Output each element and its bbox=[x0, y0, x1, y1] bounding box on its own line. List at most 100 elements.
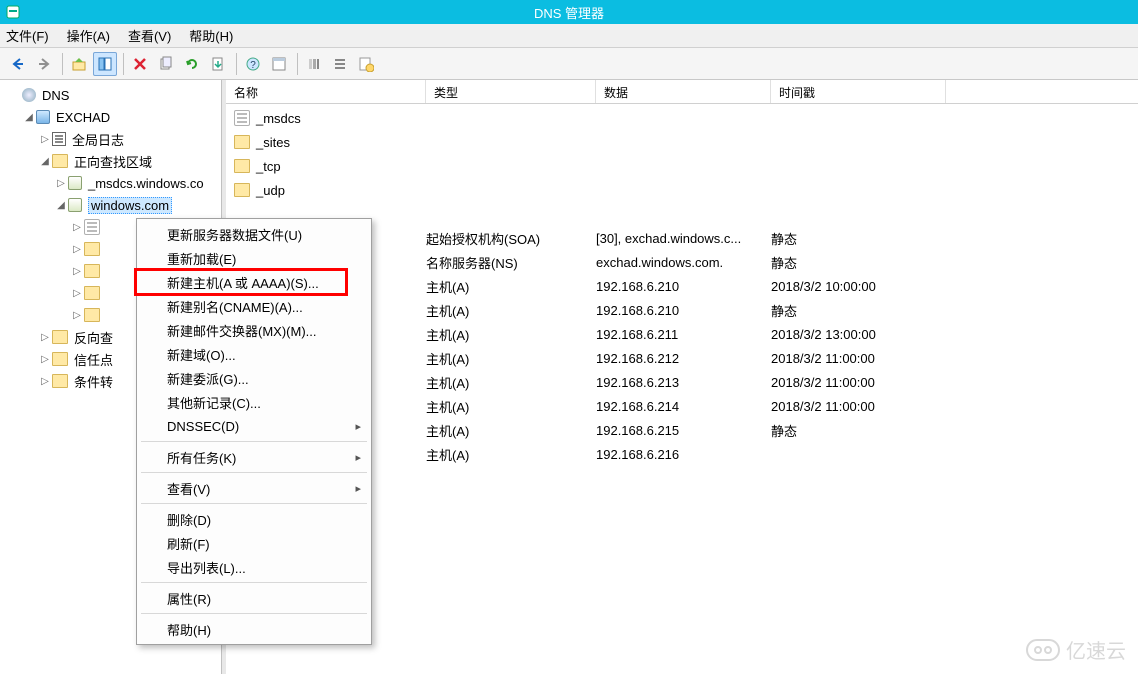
delete-button[interactable] bbox=[128, 52, 152, 76]
tree-label: windows.com bbox=[88, 197, 172, 214]
expand-icon[interactable]: ▷ bbox=[38, 376, 52, 387]
cm-view[interactable]: 查看(V) bbox=[139, 476, 369, 500]
collapse-icon[interactable]: ◢ bbox=[38, 156, 52, 167]
nav-back-button[interactable] bbox=[6, 52, 30, 76]
cell-type: 主机(A) bbox=[426, 397, 596, 416]
properties-button[interactable] bbox=[267, 52, 291, 76]
cm-new-mx[interactable]: 新建邮件交换器(MX)(M)... bbox=[139, 318, 369, 342]
cell-type: 起始授权机构(SOA) bbox=[426, 229, 596, 248]
folder-icon bbox=[52, 330, 68, 344]
tree-root-dns[interactable]: DNS bbox=[0, 84, 221, 106]
cm-all-tasks[interactable]: 所有任务(K) bbox=[139, 445, 369, 469]
list-item[interactable]: _sites bbox=[226, 130, 1138, 154]
svg-text:?: ? bbox=[250, 60, 256, 71]
app-icon bbox=[6, 5, 20, 19]
up-button[interactable] bbox=[67, 52, 91, 76]
watermark-icon bbox=[1026, 639, 1060, 661]
cm-new-domain[interactable]: 新建域(O)... bbox=[139, 342, 369, 366]
column-data[interactable]: 数据 bbox=[596, 80, 771, 103]
cm-properties[interactable]: 属性(R) bbox=[139, 586, 369, 610]
toolbar: ? bbox=[0, 48, 1138, 80]
cm-separator bbox=[141, 503, 367, 504]
cm-new-delegation[interactable]: 新建委派(G)... bbox=[139, 366, 369, 390]
filter-button[interactable] bbox=[302, 52, 326, 76]
cell-data: 192.168.6.212 bbox=[596, 351, 771, 366]
list-button[interactable] bbox=[328, 52, 352, 76]
folder-icon bbox=[84, 242, 100, 256]
cm-separator bbox=[141, 613, 367, 614]
list-item[interactable]: _udp bbox=[226, 178, 1138, 202]
cell-ts: 2018/3/2 11:00:00 bbox=[771, 375, 946, 390]
folder-icon bbox=[234, 183, 250, 197]
menu-view[interactable]: 查看(V) bbox=[128, 26, 171, 45]
tree-server[interactable]: ◢ EXCHAD bbox=[0, 106, 221, 128]
menu-action[interactable]: 操作(A) bbox=[67, 26, 110, 45]
cell-ts: 静态 bbox=[771, 301, 946, 320]
folder-icon bbox=[52, 154, 68, 168]
log-icon bbox=[52, 132, 66, 146]
tree-label: EXCHAD bbox=[56, 110, 110, 125]
cell-data: 192.168.6.211 bbox=[596, 327, 771, 342]
tree-global-log[interactable]: ▷ 全局日志 bbox=[0, 128, 221, 150]
list-item[interactable]: _msdcs bbox=[226, 106, 1138, 130]
tree-label: 信任点 bbox=[74, 350, 113, 369]
cm-reload[interactable]: 重新加载(E) bbox=[139, 246, 369, 270]
folder-icon bbox=[84, 219, 100, 235]
toolbar-separator bbox=[297, 53, 298, 75]
expand-icon[interactable]: ▷ bbox=[38, 332, 52, 343]
cell-type: 名称服务器(NS) bbox=[426, 253, 596, 272]
cm-separator bbox=[141, 441, 367, 442]
menu-file[interactable]: 文件(F) bbox=[6, 26, 49, 45]
cm-dnssec[interactable]: DNSSEC(D) bbox=[139, 414, 369, 438]
nav-forward-button[interactable] bbox=[32, 52, 56, 76]
cm-other-new[interactable]: 其他新记录(C)... bbox=[139, 390, 369, 414]
tree-label: DNS bbox=[42, 88, 69, 103]
tree-zone-windows[interactable]: ◢ windows.com bbox=[0, 194, 221, 216]
cm-help[interactable]: 帮助(H) bbox=[139, 617, 369, 641]
folder-icon bbox=[84, 308, 100, 322]
cell-ts: 2018/3/2 13:00:00 bbox=[771, 327, 946, 342]
help-button[interactable]: ? bbox=[241, 52, 265, 76]
new-record-button[interactable] bbox=[354, 52, 378, 76]
cell-name: _msdcs bbox=[256, 111, 301, 126]
watermark: 亿速云 bbox=[1026, 635, 1126, 664]
tree-forward-zones[interactable]: ◢ 正向查找区域 bbox=[0, 150, 221, 172]
collapse-icon[interactable]: ◢ bbox=[54, 200, 68, 211]
export-button[interactable] bbox=[206, 52, 230, 76]
copy-button[interactable] bbox=[154, 52, 178, 76]
zone-icon bbox=[68, 198, 82, 212]
expand-icon[interactable]: ▷ bbox=[54, 178, 68, 189]
show-tree-button[interactable] bbox=[93, 52, 117, 76]
expand-icon[interactable]: ▷ bbox=[70, 244, 84, 255]
folder-icon bbox=[234, 159, 250, 173]
list-item[interactable]: _tcp bbox=[226, 154, 1138, 178]
dns-icon bbox=[22, 88, 36, 102]
tree-zone-msdcs[interactable]: ▷ _msdcs.windows.co bbox=[0, 172, 221, 194]
refresh-button[interactable] bbox=[180, 52, 204, 76]
expand-icon[interactable]: ▷ bbox=[70, 222, 84, 233]
cm-new-host[interactable]: 新建主机(A 或 AAAA)(S)... bbox=[139, 270, 369, 294]
expand-icon[interactable]: ▷ bbox=[38, 354, 52, 365]
watermark-text: 亿速云 bbox=[1066, 635, 1126, 664]
cm-update-data-file[interactable]: 更新服务器数据文件(U) bbox=[139, 222, 369, 246]
cell-type: 主机(A) bbox=[426, 277, 596, 296]
expand-icon[interactable]: ▷ bbox=[70, 288, 84, 299]
expand-icon[interactable]: ▷ bbox=[70, 266, 84, 277]
cell-data: 192.168.6.210 bbox=[596, 303, 771, 318]
context-menu: 更新服务器数据文件(U) 重新加载(E) 新建主机(A 或 AAAA)(S)..… bbox=[136, 218, 372, 645]
column-timestamp[interactable]: 时间戳 bbox=[771, 80, 946, 103]
collapse-icon[interactable]: ◢ bbox=[22, 112, 36, 123]
expand-icon[interactable]: ▷ bbox=[38, 134, 52, 145]
cm-export-list[interactable]: 导出列表(L)... bbox=[139, 555, 369, 579]
cm-delete[interactable]: 删除(D) bbox=[139, 507, 369, 531]
cm-refresh[interactable]: 刷新(F) bbox=[139, 531, 369, 555]
expand-icon[interactable]: ▷ bbox=[70, 310, 84, 321]
cell-data: 192.168.6.210 bbox=[596, 279, 771, 294]
cell-data: 192.168.6.216 bbox=[596, 447, 771, 462]
cell-ts: 2018/3/2 11:00:00 bbox=[771, 351, 946, 366]
menu-help[interactable]: 帮助(H) bbox=[189, 26, 233, 45]
cm-new-alias[interactable]: 新建别名(CNAME)(A)... bbox=[139, 294, 369, 318]
column-name[interactable]: 名称 bbox=[226, 80, 426, 103]
server-icon bbox=[36, 110, 50, 124]
column-type[interactable]: 类型 bbox=[426, 80, 596, 103]
